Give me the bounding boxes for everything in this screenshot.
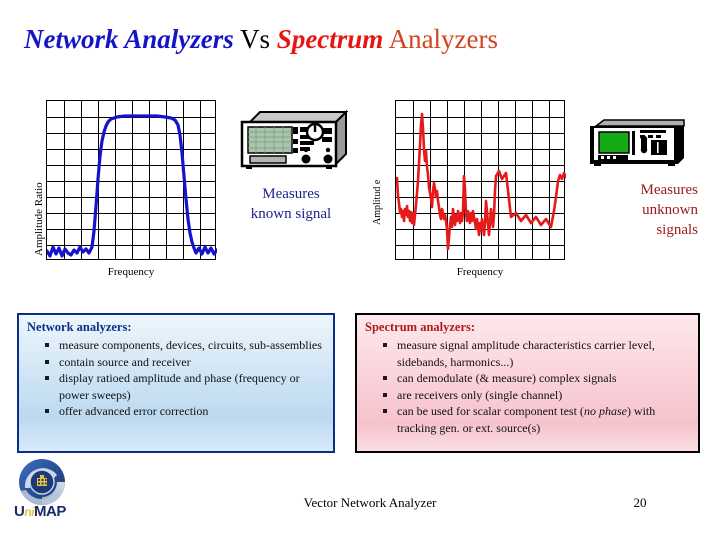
network-analyzer-icon (236, 108, 352, 175)
list-item: measure signal amplitude characteristics… (381, 337, 692, 370)
network-analyzers-heading: Network analyzers: (27, 320, 132, 334)
caption-right-line1: Measures (640, 182, 698, 198)
spectrum-analyzer-chart (395, 100, 566, 260)
spectrum-analyzers-list: measure signal amplitude characteristics… (381, 337, 692, 436)
list-item-text: contain source and receiver (59, 354, 191, 369)
callout-panel: Network analyzers: measure components, d… (17, 313, 335, 453)
left-chart-x-axis-label: Frequency (107, 266, 155, 278)
list-item-text: offer advanced error correction (59, 404, 209, 418)
left-chart-y-axis-label: Amplitude Ratio (33, 182, 45, 256)
footer-title: Vector Network Analyzer (303, 495, 437, 510)
right-chart-y-axis-label: Amplitud e (372, 179, 383, 225)
spectrum-analyzers-heading: Spectrum analyzers: (365, 320, 476, 334)
spectrum-analyzer-caption: Measures unknown signals (583, 180, 698, 240)
list-item: can be used for scalar component test (n… (381, 403, 692, 436)
bullet-icon (45, 376, 49, 380)
bullet-icon (45, 359, 49, 364)
list-item: offer advanced error correction (43, 403, 327, 420)
list-item-text: measure signal amplitude characteristics… (397, 338, 655, 369)
network-response-trace (47, 114, 217, 258)
spectrum-analyzer-icon (588, 118, 686, 173)
slide-root: Network Analyzers Vs Spectrum Analyzers … (0, 0, 720, 540)
page-title: Network Analyzers Vs Spectrum Analyzers (0, 22, 720, 56)
bullet-icon (45, 409, 49, 413)
caption-left-line2: known signal (250, 206, 332, 222)
list-item-text-pre: can be used for scalar component test ( (397, 404, 584, 418)
list-item-text: are receivers only (single channel) (397, 387, 563, 402)
list-item: can demodulate (& measure) complex signa… (381, 370, 692, 387)
list-item: display ratioed amplitude and phase (fre… (43, 370, 327, 403)
bullet-icon (383, 409, 387, 413)
list-item-text-italic-phase: phase (598, 404, 627, 418)
bullet-icon (45, 343, 49, 347)
network-analyzer-chart (46, 100, 217, 260)
callout-panel: Spectrum analyzers: measure signal ampli… (355, 313, 700, 453)
bullet-icon (383, 376, 387, 380)
list-item-text-italic-no: no (583, 404, 596, 418)
network-analyzer-caption: Measures known signal (225, 184, 357, 224)
list-item-text: can demodulate (& measure) complex signa… (397, 371, 617, 385)
caption-right-line3: signals (656, 222, 698, 238)
right-chart-x-axis-label: Frequency (456, 266, 504, 278)
list-item: are receivers only (single channel) (381, 387, 692, 404)
spectrum-analyzers-callout: Spectrum analyzers: measure signal ampli… (355, 313, 700, 453)
spectrum-trace (396, 112, 566, 251)
network-analyzers-callout: Network analyzers: measure components, d… (17, 313, 335, 453)
caption-right-line2: unknown (642, 202, 698, 218)
list-item-text: measure components, devices, circuits, s… (59, 338, 322, 352)
unimap-logo-text: UniMAP (14, 503, 66, 520)
caption-left-line1: Measures (262, 186, 320, 202)
logo-map: MAP (34, 503, 66, 520)
bullet-icon (383, 343, 387, 347)
title-part-vs: Vs (233, 24, 277, 54)
title-part-analyzers: Analyzers (383, 24, 499, 54)
network-analyzers-list: measure components, devices, circuits, s… (43, 337, 327, 420)
logo-u: U (14, 503, 25, 520)
title-part-network: Network Analyzers (24, 24, 234, 54)
list-item: contain source and receiver (43, 354, 327, 371)
list-item: measure components, devices, circuits, s… (43, 337, 327, 354)
list-item-text: display ratioed amplitude and phase (fre… (59, 371, 300, 402)
title-part-spectrum: Spectrum (276, 24, 384, 54)
bullet-icon (383, 392, 387, 397)
page-number: 20 (633, 495, 647, 510)
unimap-logo-icon (13, 458, 103, 532)
logo-ni: ni (24, 505, 35, 519)
